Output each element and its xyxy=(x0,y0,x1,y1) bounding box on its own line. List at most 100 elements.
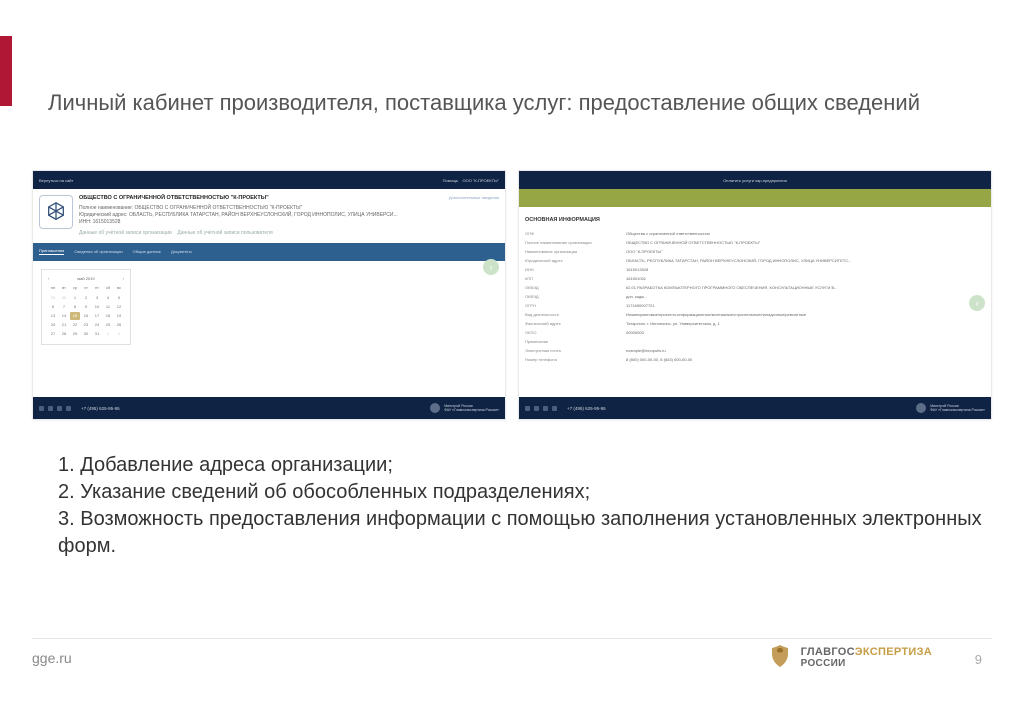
bullet-1: 1. Добавление адреса организации; xyxy=(58,452,992,479)
social-icon[interactable] xyxy=(525,406,530,411)
footer-logo-text: ГЛАВГОСЭКСПЕРТИЗА РОССИИ xyxy=(801,646,932,669)
subnav-link-2[interactable]: Данные об учётной записи пользователя xyxy=(177,230,272,236)
social-icons: +7 (495) 625-95-95 xyxy=(525,406,606,411)
extra-info-link[interactable]: Дополнительные сведения xyxy=(449,195,499,237)
calendar-day[interactable]: 20 xyxy=(48,321,58,329)
tab-bar: Приглашения Сведения об организации Общие … xyxy=(33,243,505,261)
info-value: 1171690007721 xyxy=(626,303,655,308)
social-icon[interactable] xyxy=(39,406,44,411)
calendar-day[interactable]: 26 xyxy=(114,321,124,329)
calendar-day[interactable]: 7 xyxy=(59,303,69,311)
calendar-day[interactable]: 28 xyxy=(59,330,69,338)
calendar-dow: чт xyxy=(81,284,91,292)
calendar-day[interactable]: 30 xyxy=(59,294,69,302)
footer-phone: +7 (495) 625-95-95 xyxy=(567,406,606,411)
calendar-day[interactable]: 21 xyxy=(59,321,69,329)
info-row: ОКВЭД доп. коды... xyxy=(519,292,991,301)
tab-0[interactable]: Приглашения xyxy=(39,248,64,255)
back-to-site-link[interactable]: Вернуться на сайт xyxy=(39,178,73,183)
tab-1[interactable]: Сведения об организации xyxy=(74,249,122,254)
logo-word-1: ГЛАВГОС xyxy=(801,646,855,658)
calendar-day[interactable]: 15 xyxy=(70,312,80,320)
info-value: ОБЩЕСТВО С ОГРАНИЧЕННОЙ ОТВЕТСТВЕННОСТЬЮ… xyxy=(626,240,760,245)
info-value: 00000000 xyxy=(626,330,644,335)
tab-3[interactable]: Документы xyxy=(171,249,192,254)
calendar-day[interactable]: 17 xyxy=(92,312,102,320)
calendar-day[interactable]: 6 xyxy=(48,303,58,311)
app-footer: +7 (495) 625-95-95 Минстрой РоссииФАУ «Г… xyxy=(519,397,991,419)
social-icons: +7 (495) 625-95-95 xyxy=(39,406,120,411)
calendar-day[interactable]: 3 xyxy=(92,294,102,302)
calendar-widget[interactable]: ‹ май 2019 › пнвтсрчтптсбвс 293012345678… xyxy=(41,269,131,345)
slide: Личный кабинет производителя, поставщика… xyxy=(0,0,1024,723)
info-row: ОГРН 1171690007721 xyxy=(519,301,991,310)
calendar-day[interactable]: 1 xyxy=(70,294,80,302)
subnav-link-1[interactable]: Данные об учётной записи организации xyxy=(79,230,172,236)
logo-word-2: ЭКСПЕРТИЗА xyxy=(855,646,932,658)
carousel-next-icon[interactable]: › xyxy=(969,295,985,311)
social-icon[interactable] xyxy=(57,406,62,411)
calendar-day[interactable]: 5 xyxy=(114,294,124,302)
calendar-day[interactable]: 29 xyxy=(70,330,80,338)
info-value: доп. коды... xyxy=(626,294,647,299)
calendar-prev-icon[interactable]: ‹ xyxy=(48,276,49,281)
footer-logo: ГЛАВГОСЭКСПЕРТИЗА РОССИИ xyxy=(767,644,932,670)
org-header-text: ОБЩЕСТВО С ОГРАНИЧЕННОЙ ОТВЕТСТВЕННОСТЬЮ… xyxy=(79,195,443,237)
info-value: 1615013528 xyxy=(626,267,648,272)
account-menu[interactable]: ООО "К-ПРОЕКТЫ" xyxy=(463,178,500,183)
screenshot-left: Вернуться на сайт Помощь ООО "К-ПРОЕКТЫ"… xyxy=(32,170,506,420)
calendar-day[interactable]: 19 xyxy=(114,312,124,320)
calendar-day[interactable]: 18 xyxy=(103,312,113,320)
info-row: ИНН 1615013528 xyxy=(519,265,991,274)
info-label: ОПФ xyxy=(525,231,620,236)
info-label: ОГРН xyxy=(525,303,620,308)
calendar-day[interactable]: 1 xyxy=(103,330,113,338)
social-icon[interactable] xyxy=(543,406,548,411)
help-link[interactable]: Помощь xyxy=(443,178,458,183)
app-topbar: Вернуться на сайт Помощь ООО "К-ПРОЕКТЫ" xyxy=(33,171,505,189)
info-value: Инжиниринговые/проектно-информационные/м… xyxy=(626,312,806,317)
info-label: Фактический адрес xyxy=(525,321,620,326)
social-icon[interactable] xyxy=(66,406,71,411)
calendar-dow: ср xyxy=(70,284,80,292)
calendar-day[interactable]: 2 xyxy=(114,330,124,338)
calendar-dow: пт xyxy=(92,284,102,292)
calendar-day[interactable]: 30 xyxy=(81,330,91,338)
tab-2[interactable]: Общие данные xyxy=(133,249,161,254)
calendar-day[interactable]: 9 xyxy=(81,303,91,311)
info-label: Электронная почта xyxy=(525,348,620,353)
app-topbar: Оплатить услуги sap-предприятия xyxy=(519,171,991,189)
info-value: Общества с ограниченной ответственностью xyxy=(626,231,710,236)
info-label: ОКВЭД xyxy=(525,294,620,299)
calendar-day[interactable]: 13 xyxy=(48,312,58,320)
social-icon[interactable] xyxy=(534,406,539,411)
info-label: Номер телефона xyxy=(525,357,620,362)
social-icon[interactable] xyxy=(48,406,53,411)
org-addr-label: Юридический адрес: xyxy=(79,212,128,218)
org-logo-icon xyxy=(39,195,73,229)
calendar-day[interactable]: 2 xyxy=(81,294,91,302)
calendar-day[interactable]: 14 xyxy=(59,312,69,320)
calendar-day[interactable]: 24 xyxy=(92,321,102,329)
bullet-list: 1. Добавление адреса организации; 2. Ука… xyxy=(58,452,992,560)
calendar-day[interactable]: 12 xyxy=(114,303,124,311)
carousel-next-icon[interactable]: › xyxy=(483,259,499,275)
calendar-next-icon[interactable]: › xyxy=(123,276,124,281)
calendar-day[interactable]: 4 xyxy=(103,294,113,302)
calendar-day[interactable]: 8 xyxy=(70,303,80,311)
info-value: Татарстан, г. Иннополис, ул. Университет… xyxy=(626,321,720,326)
calendar-day[interactable]: 23 xyxy=(81,321,91,329)
calendar-day[interactable]: 31 xyxy=(92,330,102,338)
band-link[interactable]: Оплатить услуги sap-предприятия xyxy=(723,178,787,183)
calendar-day[interactable]: 29 xyxy=(48,294,58,302)
info-label: ИНН xyxy=(525,267,620,272)
social-icon[interactable] xyxy=(552,406,557,411)
calendar-day[interactable]: 10 xyxy=(92,303,102,311)
calendar-day[interactable]: 27 xyxy=(48,330,58,338)
calendar-day[interactable]: 16 xyxy=(81,312,91,320)
bullet-2: 2. Указание сведений об обособленных под… xyxy=(58,479,992,506)
screenshots-row: Вернуться на сайт Помощь ООО "К-ПРОЕКТЫ"… xyxy=(32,170,992,420)
calendar-day[interactable]: 25 xyxy=(103,321,113,329)
calendar-day[interactable]: 22 xyxy=(70,321,80,329)
calendar-day[interactable]: 11 xyxy=(103,303,113,311)
